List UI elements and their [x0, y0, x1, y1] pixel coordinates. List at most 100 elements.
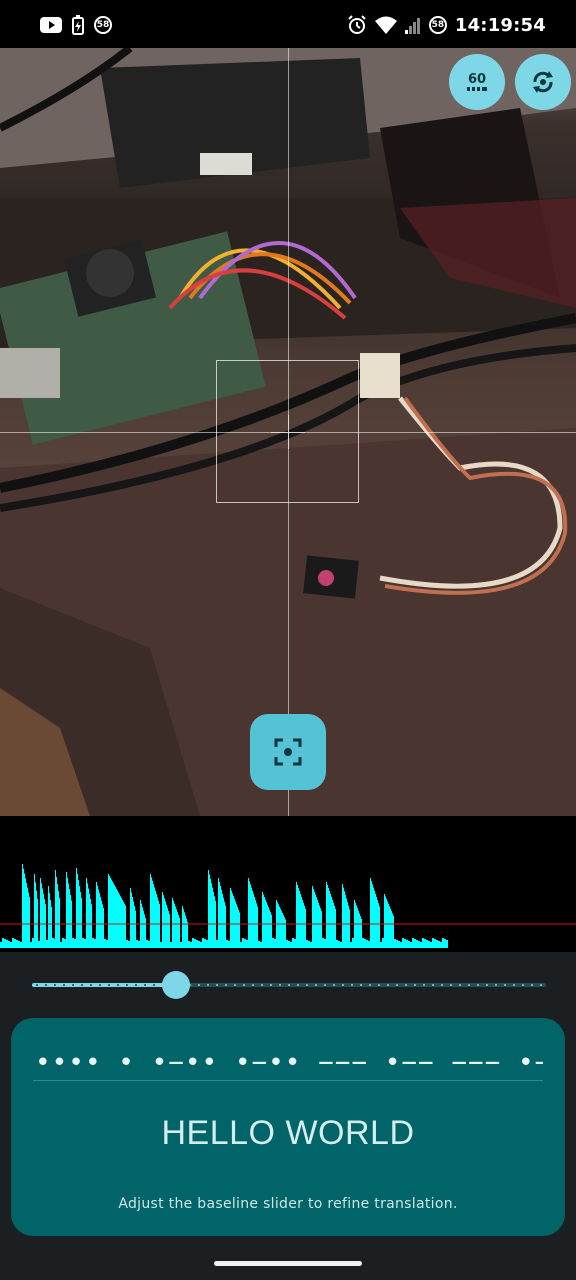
waveform-bar: [288, 941, 290, 948]
waveform-bar: [178, 914, 179, 948]
waveform-bar: [223, 897, 224, 948]
waveform-bar: [81, 898, 82, 948]
waveform-bar: [134, 906, 135, 948]
waveform-bar: [335, 908, 336, 948]
waveform-bar: [40, 878, 41, 948]
waveform-bar: [338, 941, 340, 948]
waveform-bar: [28, 892, 29, 948]
waveform-bar: [211, 883, 212, 948]
waveform-bar: [177, 912, 178, 948]
waveform-bar: [67, 877, 68, 948]
waveform-bar: [268, 907, 269, 948]
waveform-bar: [97, 885, 98, 948]
waveform-bar: [0, 942, 2, 948]
waveform-bar: [23, 868, 24, 948]
waveform-bar: [109, 875, 110, 948]
waveform-bar: [408, 941, 410, 948]
fps-dots: [467, 86, 487, 91]
waveform-bar: [392, 913, 393, 948]
waveform-bar: [172, 898, 173, 948]
waveform-bar: [331, 896, 332, 948]
waveform-bar: [424, 939, 426, 948]
baseline-slider-thumb[interactable]: [161, 971, 190, 999]
slider-tick: [153, 984, 155, 986]
waveform-bar: [170, 942, 172, 948]
waveform-bar: [152, 880, 153, 948]
waveform-bar: [87, 883, 88, 948]
wifi-icon: [374, 16, 397, 34]
fps-button[interactable]: 60: [449, 54, 505, 110]
slider-tick: [360, 984, 362, 986]
waveform-bar: [301, 896, 302, 948]
waveform-bar: [32, 938, 34, 948]
waveform-bar: [312, 886, 313, 948]
waveform-bar: [436, 940, 438, 948]
waveform-bar: [380, 942, 382, 948]
waveform-bar: [300, 893, 301, 948]
waveform-bar: [386, 898, 387, 948]
switch-camera-button[interactable]: [515, 54, 571, 110]
waveform-bar: [133, 901, 134, 948]
waveform-bar: [162, 892, 163, 948]
waveform-bar: [141, 903, 142, 948]
capture-button[interactable]: [250, 714, 326, 790]
waveform-bar: [14, 939, 16, 948]
slider-tick: [333, 984, 335, 986]
waveform-bar: [319, 905, 320, 948]
waveform-bar: [2, 938, 4, 948]
waveform-bar: [360, 916, 361, 948]
slider-tick: [81, 984, 83, 986]
waveform-bar: [84, 939, 86, 948]
waveform-bar: [182, 906, 183, 948]
slider-tick: [252, 984, 254, 986]
fps-icon: 60: [467, 73, 487, 92]
waveform-bar: [132, 897, 133, 948]
camera-preview[interactable]: 60: [0, 48, 576, 816]
waveform-bar: [219, 881, 220, 948]
slider-tick: [531, 984, 533, 986]
waveform-bar: [26, 882, 27, 948]
slider-tick: [315, 984, 317, 986]
waveform-bar: [239, 912, 240, 948]
waveform-bar: [128, 941, 130, 948]
waveform-bar: [297, 884, 298, 948]
waveform-bar: [262, 892, 263, 948]
waveform-bar: [299, 890, 300, 948]
waveform-bar: [221, 889, 222, 948]
waveform-bar: [60, 942, 62, 948]
waveform-bar: [414, 939, 416, 948]
waveform-bar: [196, 940, 198, 948]
waveform-bar: [370, 878, 371, 948]
waveform-bar: [326, 882, 327, 948]
waveform-bar: [76, 868, 77, 948]
waveform-bar: [322, 938, 324, 948]
waveform-bar: [198, 941, 200, 948]
waveform-bar: [416, 940, 418, 948]
slider-tick: [324, 984, 326, 986]
waveform-bar: [118, 892, 119, 948]
slider-tick: [432, 984, 434, 986]
waveform-bar: [190, 942, 192, 948]
waveform-bar: [278, 904, 279, 948]
waveform-bar: [444, 939, 446, 948]
waveform-bar: [110, 877, 111, 948]
navigation-handle[interactable]: [214, 1261, 362, 1266]
waveform-bar: [282, 912, 283, 948]
slider-tick: [63, 984, 65, 986]
waveform-bar: [228, 941, 230, 948]
waveform-bar: [364, 939, 366, 948]
waveform-bar: [389, 906, 390, 948]
waveform-bar: [434, 939, 436, 948]
waveform-bar: [240, 942, 242, 948]
waveform-bar: [390, 908, 391, 948]
waveform-bar: [4, 939, 6, 948]
waveform-bar: [296, 882, 297, 948]
slider-tick: [522, 984, 524, 986]
waveform-bar: [308, 941, 310, 948]
waveform-bar: [412, 938, 414, 948]
waveform-bar: [6, 940, 8, 948]
waveform-bar: [208, 870, 209, 948]
waveform-bar: [180, 942, 182, 948]
waveform-bar: [263, 894, 264, 948]
waveform-bar: [88, 888, 89, 948]
